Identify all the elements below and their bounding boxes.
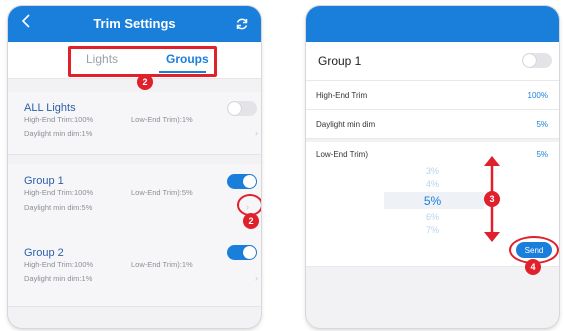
tabs-highlight-box [68, 46, 217, 77]
daylight-min-dim-row[interactable]: Daylight min dim 5% [306, 110, 559, 139]
row-value: 5% [536, 120, 548, 129]
low-end-trim-text: Low-End Trim):5% [131, 188, 193, 197]
toggle-knob [243, 246, 256, 259]
group-card-group-1[interactable]: Group 1 High-End Trim:100% Low-End Trim)… [8, 164, 261, 239]
group-toggle[interactable] [227, 101, 257, 116]
picker-option[interactable]: 6% [306, 212, 559, 222]
chevron-right-icon[interactable]: › [255, 273, 258, 283]
picker-option[interactable]: 3% [306, 166, 559, 176]
group-title: Group 1 [318, 54, 362, 68]
group-toggle[interactable] [227, 245, 257, 260]
refresh-icon[interactable] [235, 17, 249, 31]
group-name: ALL Lights [24, 102, 76, 114]
chevron-right-icon[interactable]: › [255, 128, 258, 138]
picker-option[interactable]: 7% [306, 225, 559, 235]
group-detail-screen: Group 1 High-End Trim 100% Daylight min … [306, 6, 559, 328]
daylight-min-dim-text: Daylight min dim:1% [24, 129, 93, 138]
daylight-min-dim-text: Daylight min dim:5% [24, 203, 93, 212]
low-end-trim-text: Low-End Trim):1% [131, 115, 193, 124]
group-toggle[interactable] [227, 174, 257, 189]
picker-option[interactable]: 4% [306, 179, 559, 189]
picker-option-selected[interactable]: 5% [306, 194, 559, 208]
callout-badge: 2 [243, 213, 259, 229]
page-title: Trim Settings [93, 16, 176, 31]
group-name: Group 1 [24, 175, 64, 187]
group-header: Group 1 [306, 42, 559, 81]
toggle-knob [523, 54, 536, 67]
low-end-trim-text: Low-End Trim):1% [131, 260, 193, 269]
toggle-knob [228, 102, 241, 115]
callout-badge: 2 [137, 74, 153, 90]
group-card-group-2[interactable]: Group 2 High-End Trim:100% Low-End Trim)… [8, 238, 261, 307]
trim-settings-screen: Trim Settings Lights Groups 2 ALL Lights… [8, 6, 261, 328]
top-bar: Trim Settings [8, 6, 261, 42]
daylight-min-dim-text: Daylight min dim:1% [24, 274, 93, 283]
group-card-all-lights[interactable]: ALL Lights High-End Trim:100% Low-End Tr… [8, 92, 261, 155]
group-toggle[interactable] [522, 53, 552, 68]
toggle-knob [243, 175, 256, 188]
row-label: Daylight min dim [316, 120, 376, 129]
top-bar [306, 6, 559, 42]
high-end-trim-row[interactable]: High-End Trim 100% [306, 81, 559, 110]
high-end-trim-text: High-End Trim:100% [24, 188, 94, 197]
callout-badge: 4 [525, 259, 541, 275]
callout-badge: 3 [484, 191, 500, 207]
high-end-trim-text: High-End Trim:100% [24, 260, 94, 269]
row-value: 100% [527, 91, 548, 100]
high-end-trim-text: High-End Trim:100% [24, 115, 94, 124]
group-name: Group 2 [24, 247, 64, 259]
row-label: High-End Trim [316, 91, 368, 100]
